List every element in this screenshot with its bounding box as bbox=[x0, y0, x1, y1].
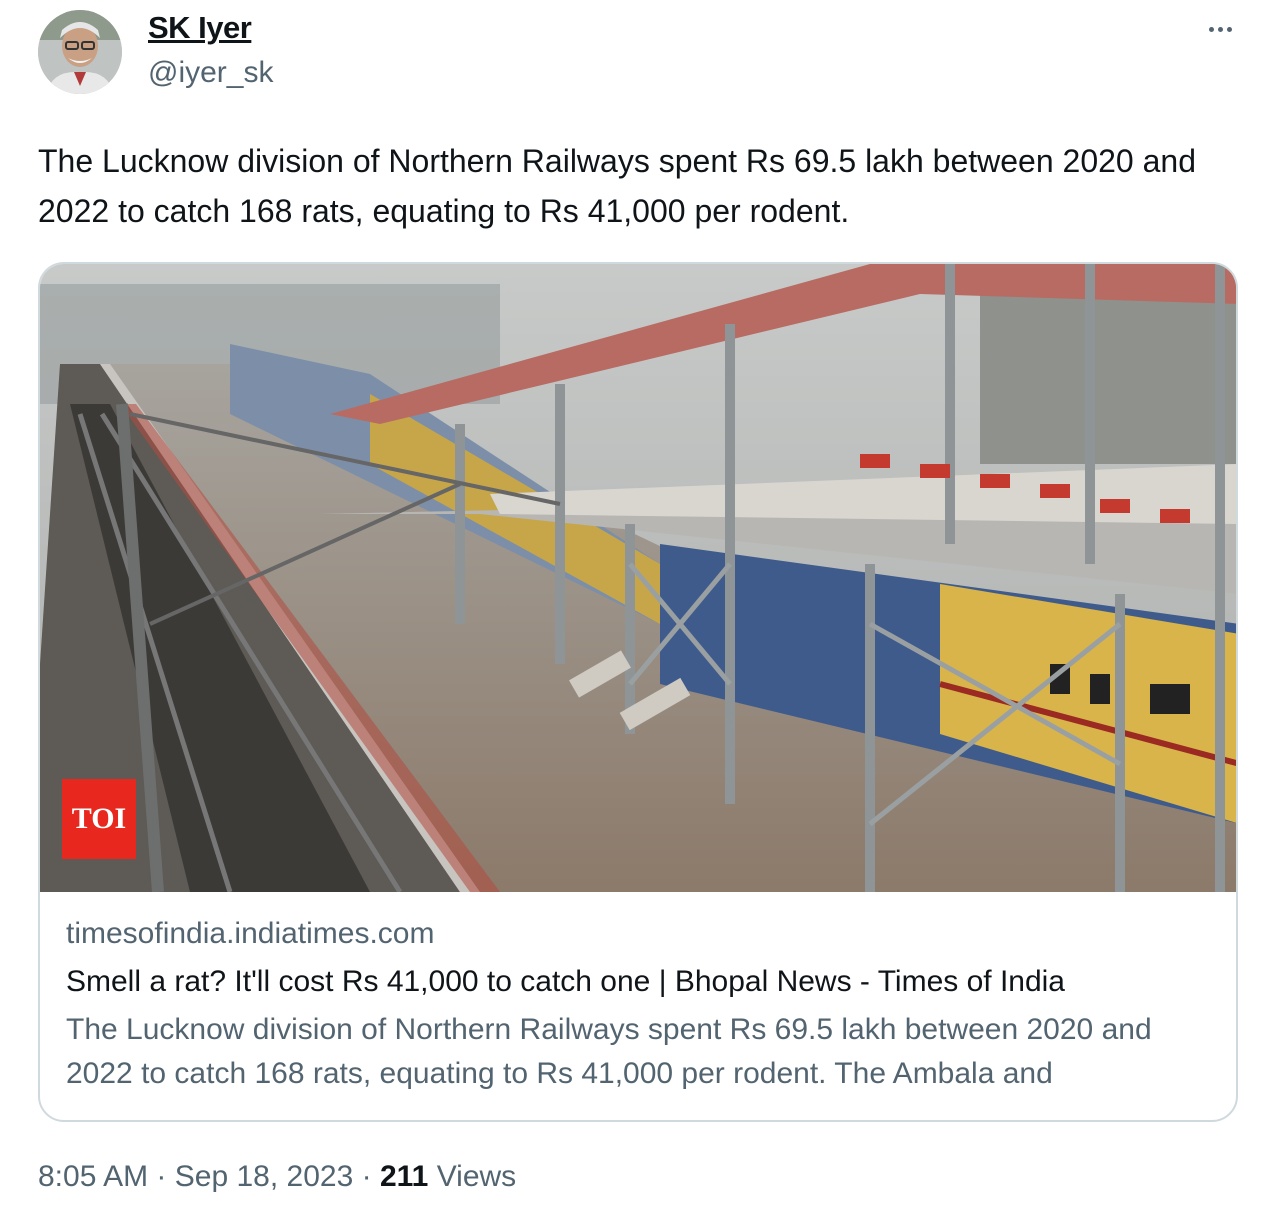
tweet-date[interactable]: Sep 18, 2023 bbox=[175, 1160, 354, 1193]
separator: · bbox=[361, 1160, 372, 1193]
more-dot bbox=[1226, 26, 1232, 32]
profile-photo-icon bbox=[38, 10, 122, 94]
views-count[interactable]: 211 bbox=[380, 1160, 428, 1193]
tweet-meta: 8:05 AM · Sep 18, 2023 · 211 Views bbox=[38, 1160, 516, 1194]
avatar[interactable] bbox=[38, 10, 122, 94]
tweet: SK Iyer @iyer_sk The Lucknow division of… bbox=[0, 0, 1280, 1216]
more-horizontal-icon bbox=[1208, 26, 1214, 32]
card-image[interactable] bbox=[40, 264, 1236, 892]
separator: · bbox=[156, 1160, 167, 1193]
author-name[interactable]: SK Iyer bbox=[148, 10, 252, 46]
more-dot bbox=[1217, 26, 1223, 32]
more-options-button[interactable] bbox=[1200, 14, 1240, 44]
link-card[interactable]: TOI timesofindia.indiatimes.com Smell a … bbox=[38, 262, 1238, 1122]
views-label: Views bbox=[436, 1160, 517, 1193]
toi-logo: TOI bbox=[62, 779, 136, 859]
railway-platform-photo bbox=[40, 264, 1236, 892]
card-domain: timesofindia.indiatimes.com bbox=[66, 917, 435, 950]
card-title[interactable]: Smell a rat? It'll cost Rs 41,000 to cat… bbox=[66, 956, 1216, 1008]
author-handle[interactable]: @iyer_sk bbox=[148, 56, 273, 90]
tweet-time[interactable]: 8:05 AM bbox=[38, 1160, 148, 1193]
tweet-text: The Lucknow division of Northern Railway… bbox=[38, 143, 1196, 229]
card-meta: timesofindia.indiatimes.com Smell a rat?… bbox=[66, 914, 1216, 1096]
card-description: The Lucknow division of Northern Railway… bbox=[66, 1013, 1152, 1090]
